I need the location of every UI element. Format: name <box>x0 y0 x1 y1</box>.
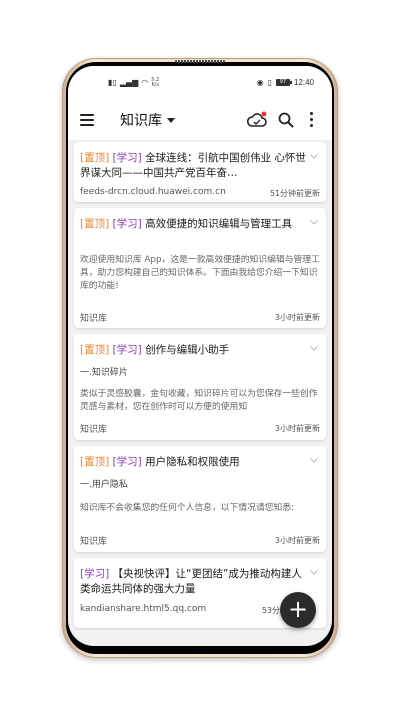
note-updated-time: 3小时前更新 <box>274 536 320 545</box>
network-speed: 5.2 K/s <box>151 78 159 88</box>
note-title: [学习] 【央视快评】让“更团结”成为推动构建人类命运共同体的强大力量 <box>80 567 306 597</box>
cloud-sync-icon[interactable] <box>246 110 268 130</box>
battery-level: 97 <box>279 79 287 85</box>
note-source: kandianshare.html5.qq.com <box>80 604 207 614</box>
note-updated-time: 3小时前更新 <box>274 424 320 433</box>
chevron-down-icon[interactable] <box>310 154 318 159</box>
more-vert-icon[interactable] <box>308 112 314 128</box>
note-card[interactable]: [置顶] [学习] 全球连线：引航中国创伟业 心怀世界谋大同——中国共产党百年奋… <box>74 142 326 202</box>
add-note-button[interactable]: + <box>280 592 316 628</box>
note-title-text: 创作与编辑小助手 <box>145 344 230 356</box>
chevron-down-icon[interactable] <box>310 458 318 463</box>
note-subtitle: 一.知识碎片 <box>80 368 128 378</box>
note-source: 知识库 <box>80 425 108 435</box>
note-source: 知识库 <box>80 537 108 547</box>
plus-icon: + <box>287 595 309 623</box>
note-card[interactable]: [置顶] [学习] 用户隐私和权限使用 一.用户隐私 知识库不会收集您的任何个人… <box>74 446 326 552</box>
note-title: [置顶] [学习] 高效便捷的知识编辑与管理工具 <box>80 217 306 232</box>
note-subtitle: 一.用户隐私 <box>80 480 128 490</box>
note-updated-time: 3小时前更新 <box>274 313 320 322</box>
battery-icon: 97 <box>275 79 292 86</box>
note-title: [置顶] [学习] 用户隐私和权限使用 <box>80 455 306 470</box>
note-updated-time: 51分钟前更新 <box>269 189 320 198</box>
status-bar-right: ◉ ▯ 97 12:40 <box>257 78 314 87</box>
study-tag: [学习] <box>112 344 142 356</box>
pinned-tag: [置顶] <box>80 456 110 468</box>
pinned-tag: [置顶] <box>80 218 110 230</box>
menu-icon[interactable] <box>80 114 94 126</box>
wifi-icon: ◠ <box>141 78 149 87</box>
note-updated-time: 53分 <box>261 606 280 615</box>
note-snippet: 类似于灵感胶囊，金句收藏，知识碎片可以为您保存一些创作灵感与素材，您在创作时可以… <box>80 389 318 412</box>
page-title: 知识库 <box>120 113 162 129</box>
study-tag: [学习] <box>112 218 142 230</box>
library-dropdown[interactable]: 知识库 <box>120 110 175 130</box>
chevron-down-icon[interactable] <box>310 346 318 351</box>
search-icon[interactable] <box>278 112 294 128</box>
earpiece-grille <box>175 60 225 63</box>
cellular-signal-icon: ▂▄▆ <box>119 78 139 87</box>
note-snippet: 知识库不会收集您的任何个人信息，以下情况请您知悉: <box>80 503 295 513</box>
note-source: 知识库 <box>80 314 108 324</box>
note-card[interactable]: [置顶] [学习] 高效便捷的知识编辑与管理工具 欢迎使用知识库 App，这是一… <box>74 208 326 328</box>
note-title: [置顶] [学习] 创作与编辑小助手 <box>80 343 306 358</box>
note-title-text: 【央视快评】让“更团结”成为推动构建人类命运共同体的强大力量 <box>80 568 302 595</box>
network-speed-unit: K/s <box>151 82 160 88</box>
status-time: 12:40 <box>293 78 314 87</box>
app-screen: ▮▯ ▂▄▆ ◠ 5.2 K/s ◉ ▯ 97 12:40 知识库 [置顶] [… <box>68 66 332 646</box>
eye-comfort-icon: ◉ <box>256 77 264 87</box>
app-bar: 知识库 <box>68 100 332 140</box>
pinned-tag: [置顶] <box>80 344 110 356</box>
note-snippet: 欢迎使用知识库 App，这是一款高效便捷的知识编辑与管理工具，助力您构建自己的知… <box>80 255 320 291</box>
note-title-text: 用户隐私和权限使用 <box>145 456 240 468</box>
study-tag: [学习] <box>112 152 142 164</box>
chevron-down-icon[interactable] <box>310 220 318 225</box>
note-title-text: 高效便捷的知识编辑与管理工具 <box>145 218 293 230</box>
note-source: feeds-drcn.cloud.huawei.com.cn <box>80 187 226 197</box>
notification-dot <box>261 111 267 117</box>
chevron-down-icon <box>167 118 175 123</box>
vibrate-icon: ▯ <box>267 77 272 87</box>
status-bar: ▮▯ ▂▄▆ ◠ 5.2 K/s ◉ ▯ 97 12:40 <box>68 66 332 100</box>
status-bar-left: ▮▯ ▂▄▆ ◠ 5.2 K/s <box>108 78 159 88</box>
chevron-down-icon[interactable] <box>310 570 318 575</box>
note-card[interactable]: [置顶] [学习] 创作与编辑小助手 一.知识碎片 类似于灵感胶囊，金句收藏，知… <box>74 334 326 440</box>
study-tag: [学习] <box>112 456 142 468</box>
pinned-tag: [置顶] <box>80 152 110 164</box>
study-tag: [学习] <box>80 568 110 580</box>
note-title: [置顶] [学习] 全球连线：引航中国创伟业 心怀世界谋大同——中国共产党百年奋… <box>80 151 306 181</box>
hd-signal-icon: ▮▯ <box>108 78 117 87</box>
